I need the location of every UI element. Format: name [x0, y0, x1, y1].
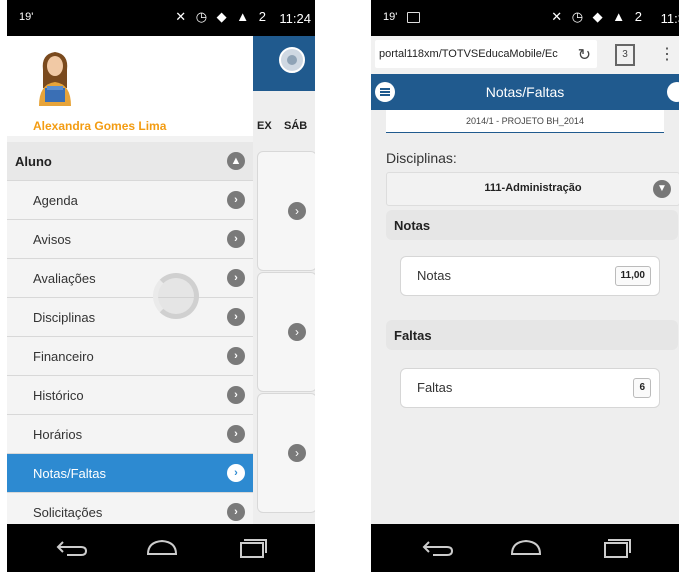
back-icon[interactable] [421, 538, 455, 558]
chevron-up-icon: ▲ [227, 152, 245, 170]
chevron-right-icon: › [227, 503, 245, 521]
disciplinas-label: Disciplinas: [386, 150, 457, 166]
menu-label: Notas/Faltas [33, 466, 106, 481]
chevron-right-icon: › [227, 464, 245, 482]
menu-label: Solicitações [33, 505, 103, 520]
home-icon[interactable] [509, 538, 543, 558]
settings-gear-icon[interactable] [279, 47, 305, 73]
schedule-card[interactable]: › [257, 151, 315, 271]
app-bar: Notas/Faltas [371, 74, 679, 110]
menu-item-financeiro[interactable]: Financeiro › [7, 337, 253, 376]
browser-toolbar: portal118xm/TOTVSEducaMobile/Ec ↻ 3 ⋮ [371, 36, 679, 75]
chevron-right-icon: › [227, 347, 245, 365]
menu-item-avaliacoes[interactable]: Avaliações › [7, 259, 253, 298]
menu-label: Agenda [33, 193, 78, 208]
menu-item-avisos[interactable]: Avisos › [7, 220, 253, 259]
notas-label: Notas [417, 268, 451, 283]
status-bar: 19' ✕ ◷ ◆ ▲ 2 11:3 [371, 0, 679, 36]
right-phone-screen: 19' ✕ ◷ ◆ ▲ 2 11:3 portal118xm/TOTVSEduc… [371, 0, 679, 572]
chevron-right-icon: › [227, 191, 245, 209]
weekday-sab: SÁB [284, 120, 308, 132]
faltas-section-header: Faltas [386, 320, 678, 350]
page-title: Notas/Faltas [485, 84, 565, 100]
url-field[interactable]: portal118xm/TOTVSEducaMobile/Ec ↻ [375, 40, 597, 68]
user-name: Alexandra Gomes Lima [33, 119, 167, 133]
faltas-value-badge: 6 [633, 378, 651, 398]
status-icons: ✕ ◷ ◆ ▲ 2 [551, 9, 645, 24]
chevron-right-icon: › [227, 308, 245, 326]
menu-item-agenda[interactable]: Agenda › [7, 181, 253, 220]
section-title: Faltas [394, 328, 432, 343]
back-icon[interactable] [55, 538, 89, 558]
status-icons: ✕ ◷ ◆ ▲ 2 [175, 9, 269, 24]
chevron-right-icon: › [227, 425, 245, 443]
status-time: 11:3 [660, 11, 679, 26]
faltas-card[interactable]: Faltas 6 [400, 368, 660, 408]
image-notification-icon [407, 12, 420, 23]
section-title: Notas [394, 218, 431, 233]
disciplina-select[interactable]: 111-Administração ▼ [386, 172, 679, 206]
menu-label: Histórico [33, 388, 84, 403]
status-bar: 19' ✕ ◷ ◆ ▲ 2 11:24 [7, 0, 315, 36]
chevron-down-icon: ▼ [653, 180, 671, 198]
menu-label: Avaliações [33, 271, 96, 286]
recent-apps-icon[interactable] [599, 538, 633, 558]
more-menu-icon[interactable]: ⋮ [659, 44, 675, 64]
period-label: 2014/1 - PROJETO BH_2014 [386, 110, 664, 133]
notas-value-badge: 11,00 [614, 266, 651, 286]
faltas-label: Faltas [417, 380, 453, 395]
menu-item-horarios[interactable]: Horários › [7, 415, 253, 454]
menu-label: Avisos [33, 232, 72, 247]
notas-section-header: Notas [386, 210, 678, 240]
selected-disciplina: 111-Administração [484, 182, 582, 194]
status-signal: 19' [383, 11, 398, 23]
home-icon[interactable] [145, 538, 179, 558]
navigation-drawer: Alexandra Gomes Lima Aluno ▲ Agenda › Av… [7, 36, 253, 532]
weekday-ex: EX [257, 120, 272, 132]
menu-label: Horários [33, 427, 83, 442]
menu-label: Aluno [15, 154, 52, 169]
menu-item-notas-faltas[interactable]: Notas/Faltas › [7, 454, 253, 493]
chevron-right-icon: › [227, 230, 245, 248]
menu-label: Disciplinas [33, 310, 96, 325]
loading-spinner-icon [153, 273, 199, 319]
notas-card[interactable]: Notas 11,00 [400, 256, 660, 296]
chevron-right-icon: › [227, 269, 245, 287]
tabs-icon[interactable]: 3 [615, 44, 635, 66]
menu-item-disciplinas[interactable]: Disciplinas › [7, 298, 253, 337]
url-text: portal118xm/TOTVSEducaMobile/Ec [379, 48, 558, 60]
chevron-right-icon: › [288, 323, 306, 341]
recent-apps-icon[interactable] [235, 538, 269, 558]
status-time: 11:24 [279, 11, 311, 26]
chevron-right-icon: › [288, 202, 306, 220]
profile-header: Alexandra Gomes Lima [7, 36, 253, 136]
menu-label: Financeiro [33, 349, 94, 364]
status-signal: 19' [19, 11, 34, 23]
left-phone-screen: 19' ✕ ◷ ◆ ▲ 2 11:24 EX SÁB › › › Alexand… [7, 0, 315, 572]
menu-item-historico[interactable]: Histórico › [7, 376, 253, 415]
reload-icon[interactable]: ↻ [578, 45, 591, 65]
menu-section-aluno[interactable]: Aluno ▲ [7, 142, 253, 181]
student-avatar [39, 52, 71, 106]
schedule-card[interactable]: › [257, 393, 315, 513]
schedule-card[interactable]: › [257, 272, 315, 392]
chevron-right-icon: › [227, 386, 245, 404]
android-nav-bar [7, 524, 315, 572]
android-nav-bar [371, 524, 679, 572]
chevron-right-icon: › [288, 444, 306, 462]
drawer-menu: Aluno ▲ Agenda › Avisos › Avaliações › D… [7, 142, 253, 532]
